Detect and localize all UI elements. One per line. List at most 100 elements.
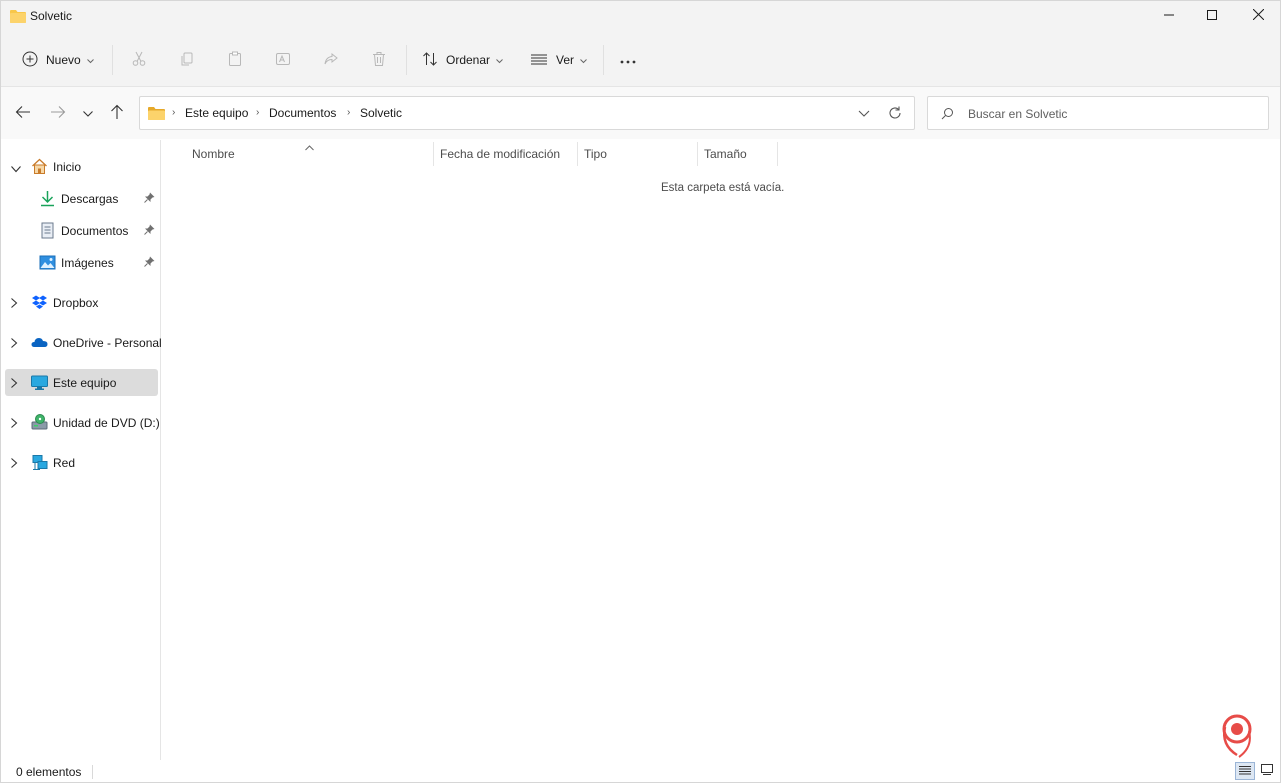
sidebar-item-network[interactable]: Red xyxy=(5,449,158,476)
breadcrumb-item[interactable]: Este equipo xyxy=(185,106,248,120)
chevron-down-icon xyxy=(86,53,94,67)
file-list[interactable]: Nombre Fecha de modificación Tipo Tamaño… xyxy=(162,140,1280,760)
sidebar-item-label: Descargas xyxy=(61,192,119,206)
sort-button-label: Ordenar xyxy=(446,53,491,67)
view-list-icon xyxy=(530,52,548,69)
sidebar-item-label: Dropbox xyxy=(53,296,99,310)
sidebar-item-this-pc[interactable]: Este equipo xyxy=(5,369,158,396)
onedrive-icon xyxy=(31,334,48,351)
breadcrumb-item[interactable]: Solvetic xyxy=(360,106,402,120)
rename-icon xyxy=(275,51,291,70)
sidebar-item-home[interactable]: Inicio xyxy=(5,153,158,180)
sidebar-item-pictures[interactable]: Imágenes xyxy=(5,249,158,276)
document-icon xyxy=(39,222,56,239)
search-placeholder[interactable]: Buscar en Solvetic xyxy=(968,107,1067,121)
column-header-name[interactable]: Nombre xyxy=(192,147,235,161)
column-divider[interactable] xyxy=(577,142,578,166)
minimize-button[interactable] xyxy=(1146,1,1192,31)
back-button[interactable] xyxy=(13,103,33,123)
sidebar-item-label: Imágenes xyxy=(61,256,114,270)
chevron-down-icon xyxy=(496,53,503,67)
sidebar-item-label: Este equipo xyxy=(53,376,117,390)
breadcrumb-item[interactable]: Documentos xyxy=(269,106,336,120)
paste-button[interactable] xyxy=(225,50,245,70)
sidebar-item-onedrive[interactable]: OneDrive - Personal xyxy=(5,329,162,356)
sidebar-item-downloads[interactable]: Descargas xyxy=(5,185,158,212)
sidebar-item-dvd-drive[interactable]: Unidad de DVD (D:) xyxy=(5,409,160,436)
address-bar[interactable]: › Este equipo › Documentos › Solvetic xyxy=(139,96,915,130)
watermark-logo xyxy=(1195,701,1275,761)
maximize-button[interactable] xyxy=(1189,1,1235,31)
copy-button[interactable] xyxy=(177,50,197,70)
title-bar[interactable]: Solvetic xyxy=(1,1,1280,33)
sort-button[interactable]: Ordenar xyxy=(422,47,503,73)
details-view-icon xyxy=(1239,764,1251,778)
copy-icon xyxy=(179,51,195,70)
item-count: 0 elementos xyxy=(16,765,82,779)
more-options-button[interactable] xyxy=(618,50,638,70)
refresh-button[interactable] xyxy=(887,105,903,124)
folder-icon xyxy=(148,106,165,123)
chevron-right-icon[interactable] xyxy=(11,337,18,351)
address-dropdown-button[interactable] xyxy=(856,105,872,124)
share-icon xyxy=(323,51,339,70)
chevron-down-icon xyxy=(580,53,587,67)
column-header-size[interactable]: Tamaño xyxy=(704,147,747,161)
search-icon xyxy=(941,107,954,123)
breadcrumb-separator[interactable]: › xyxy=(256,107,259,118)
computer-icon xyxy=(31,374,48,391)
large-icons-view-button[interactable] xyxy=(1257,762,1277,780)
column-divider[interactable] xyxy=(777,142,778,166)
toolbar-divider xyxy=(603,45,604,75)
sort-ascending-icon xyxy=(305,140,314,154)
breadcrumb-separator[interactable]: › xyxy=(347,107,350,118)
share-button[interactable] xyxy=(321,50,341,70)
tiles-view-icon xyxy=(1261,764,1273,778)
dropbox-icon xyxy=(31,294,48,311)
chevron-right-icon[interactable] xyxy=(11,457,18,471)
paste-icon xyxy=(227,51,243,70)
sidebar-item-label: OneDrive - Personal xyxy=(53,336,162,350)
chevron-right-icon[interactable] xyxy=(11,417,18,431)
column-header-type[interactable]: Tipo xyxy=(584,147,607,161)
forward-button[interactable] xyxy=(48,103,68,123)
sidebar-item-label: Inicio xyxy=(53,160,82,174)
sidebar-item-label: Red xyxy=(53,456,76,470)
column-header-date-modified[interactable]: Fecha de modificación xyxy=(440,147,560,161)
dvd-icon xyxy=(31,414,48,431)
home-icon xyxy=(31,158,48,175)
sort-icon xyxy=(422,51,438,70)
chevron-down-icon[interactable] xyxy=(11,162,21,176)
sidebar-item-dropbox[interactable]: Dropbox xyxy=(5,289,158,316)
pin-icon xyxy=(144,256,155,271)
toolbar-divider xyxy=(112,45,113,75)
status-divider xyxy=(92,765,93,779)
new-button-label: Nuevo xyxy=(46,53,81,67)
pin-icon xyxy=(144,192,155,207)
sidebar-item-documents[interactable]: Documentos xyxy=(5,217,158,244)
up-button[interactable] xyxy=(107,103,127,123)
close-button[interactable] xyxy=(1235,1,1281,31)
rename-button[interactable] xyxy=(273,50,293,70)
recent-icon xyxy=(83,106,93,120)
chevron-right-icon[interactable] xyxy=(11,297,18,311)
recent-locations-button[interactable] xyxy=(78,103,98,123)
chevron-right-icon[interactable] xyxy=(11,377,18,391)
refresh-icon xyxy=(887,106,903,124)
cut-button[interactable] xyxy=(129,50,149,70)
search-box[interactable]: Buscar en Solvetic xyxy=(927,96,1269,130)
toolbar-divider xyxy=(406,45,407,75)
file-explorer-window: Solvetic Nuevo Ordenar Ver › Este equipo… xyxy=(0,0,1281,783)
details-view-button[interactable] xyxy=(1235,762,1255,780)
more-icon xyxy=(620,53,636,67)
maximize-icon xyxy=(1207,9,1217,23)
forward-icon xyxy=(50,105,66,122)
delete-button[interactable] xyxy=(369,50,389,70)
column-divider[interactable] xyxy=(433,142,434,166)
navigation-pane: Inicio Descargas Documentos Imágenes Dro… xyxy=(1,140,162,760)
chevron-down-icon xyxy=(856,110,872,124)
view-button[interactable]: Ver xyxy=(530,47,587,73)
new-button[interactable]: Nuevo xyxy=(22,47,94,73)
back-icon xyxy=(15,105,31,122)
column-divider[interactable] xyxy=(697,142,698,166)
